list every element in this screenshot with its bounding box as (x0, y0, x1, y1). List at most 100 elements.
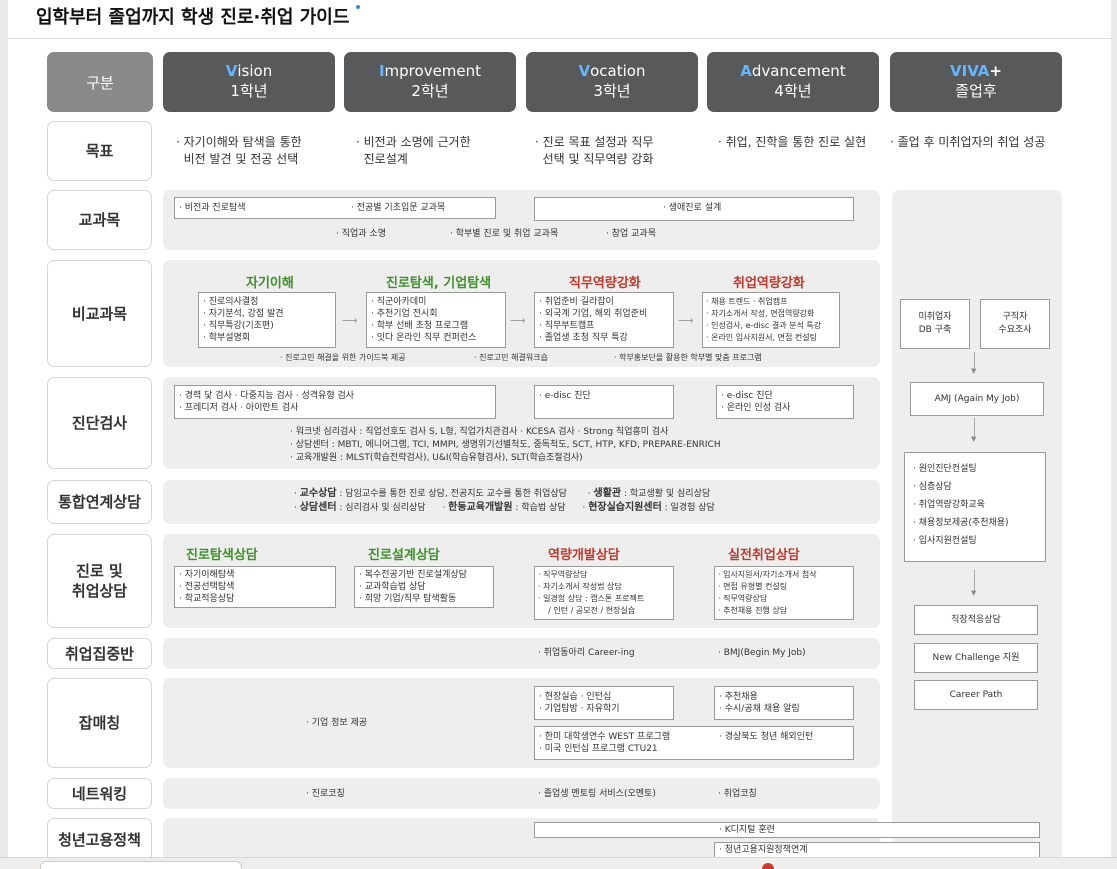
list-item: · 외국계 기업, 해외 취업준비 (539, 309, 648, 319)
list-item: · 취업역량강화교육 (913, 500, 985, 510)
arrow-down-icon: ▼ (971, 589, 977, 597)
row-label-jobmatch: 잡매칭 (47, 678, 152, 768)
left-frame (0, 0, 8, 869)
arrow-down-icon: ▼ (971, 435, 977, 443)
list-item: · 잇다 온라인 직무 컨퍼런스 (371, 333, 477, 343)
intensive-bmj: · BMJ(Begin My Job) (718, 648, 806, 658)
integrated-line-2: · 상담센터 : 심리검사 및 심리상담 · 한동교육개발원 : 학습법 상담 … (294, 502, 715, 513)
extra-box-employ-skill: · 채용 트렌드 · 취업캠프 · 자기소개서 작성, 면접역량강화 · 인성검… (702, 292, 840, 348)
goal-year3: · 진로 목표 설정과 직무 선택 및 직무역량 강화 (535, 135, 654, 166)
list-item: · 입사지원컨설팅 (913, 536, 977, 546)
goal-year1: · 자기이해와 탐색을 통한 비전 발견 및 전공 선택 (176, 135, 302, 166)
arrow-down-icon: ▼ (971, 367, 977, 375)
row-label-counseling: 진로 및 취업상담 (47, 534, 152, 628)
extra-box-job-skill: · 취업준비 길라잡이 · 외국계 기업, 해외 취업준비 · 직무부트캠프 ·… (534, 292, 674, 348)
counsel-box-practical: · 입사지원서/자기소개서 첨삭 · 면접 유형별 컨설팅 · 직무역량상담 ·… (714, 566, 854, 620)
list-item: · 현장실습 · 인턴십 (539, 692, 612, 702)
list-item: · 교과학습법 상담 (359, 582, 426, 592)
header-vision: Vision 1학년 (163, 52, 335, 112)
row-label-integrated: 통합연계상담 (47, 480, 152, 524)
list-item: · 청년고용지원정책연계 (719, 845, 808, 855)
extra-note-workshop: · 진로고민 해결워크숍 (474, 353, 548, 362)
list-item: · 희망 기업/직무 탐색활동 (359, 594, 457, 604)
list-item: · 수시/공채 채용 알림 (719, 704, 800, 714)
list-item: · 미국 인턴십 프로그램 CTU21 (539, 744, 658, 754)
list-item: · 학부설명회 (203, 333, 251, 343)
list-item: · e-disc 진단 (721, 391, 773, 401)
list-item: · 학부 선배 초청 프로그램 (371, 321, 469, 331)
list-item: · 입사지원서/자기소개서 첨삭 (718, 570, 817, 579)
list-item: · 자기이해탐색 (179, 570, 235, 580)
list-item: · 온라인 인성 검사 (721, 403, 791, 413)
diagnostic-edu: · 교육개발원 : MLST(학습전략검사), U&I(학습유형검사), SLT… (290, 453, 583, 463)
jobmatch-box-3: · 한미 대학생연수 WEST 프로그램 · 미국 인턴십 프로그램 CTU21… (534, 726, 854, 760)
list-item: · 채용정보제공(추천채용) (913, 518, 1009, 528)
row-label-curriculum: 교과목 (47, 190, 152, 250)
row-label-goal: 목표 (47, 121, 152, 181)
header-category: 구분 (47, 52, 153, 112)
extra-note-promo: · 학부홍보단을 활용한 학부별 맞춤 프로그램 (614, 353, 762, 362)
list-item: · e-disc 진단 (539, 391, 591, 401)
list-item: · 한미 대학생연수 WEST 프로그램 (539, 732, 671, 742)
networking-panel (163, 778, 880, 809)
diagnostic-center: · 상담센터 : MBTI, 에니어그램, TCI, MMPI, 생명위기선별척… (290, 440, 721, 450)
network-mentoring: · 졸업생 멘토링 서비스(오멘토) (538, 789, 656, 799)
counsel-box-design: · 복수전공기반 진로설계상담 · 교과학습법 상담 · 희망 기업/직무 탐색… (354, 566, 494, 608)
list-item: · 심층상담 (913, 482, 952, 492)
extra-cat-employ-skill: 취업역량강화 (733, 276, 805, 291)
notification-dot-icon (762, 863, 774, 869)
header-improvement: Improvement 2학년 (344, 52, 516, 112)
extra-cat-explore: 진로탐색, 기업탐색 (386, 276, 492, 291)
new-challenge: New Challenge 지원 (914, 643, 1038, 673)
title-dot-icon (356, 5, 361, 9)
extra-cat-self: 자기이해 (246, 276, 294, 291)
arrow-right-icon: ⟶ (342, 314, 358, 327)
curriculum-major: · 학부별 진로 및 취업 교과목 (450, 229, 559, 239)
extra-box-self: · 진로의사결정 · 자기분석, 강점 발견 · 직무특강(기초편) · 학부설… (198, 292, 336, 348)
guide-page: 입학부터 졸업까지 학생 진로·취업 가이드 구분 Vision 1학년 Imp… (0, 0, 1117, 869)
list-item: · 추천채용 (719, 692, 758, 702)
counsel-box-explore: · 자기이해탐색 · 전공선택탐색 · 학교적응상담 (174, 566, 336, 608)
arrow-right-icon: ⟶ (678, 314, 694, 327)
jobmatch-box-2: · 추천채용 · 수시/공채 채용 알림 (714, 686, 854, 720)
counsel-cat-practical: 실전취업상담 (728, 548, 800, 563)
curriculum-life-design: · 생애진로 설계 (663, 203, 722, 213)
unemployed-db: 미취업자 DB 구축 (900, 299, 970, 349)
row-label-extracurricular: 비교과목 (47, 260, 152, 367)
arrow-right-icon: ⟶ (510, 314, 526, 327)
row-label-diagnostic: 진단검사 (47, 377, 152, 469)
row-label-networking: 네트워킹 (47, 778, 152, 809)
list-item: · 자기소개서 작성법 상담 (538, 582, 622, 591)
extra-note-guidebook: · 진로고민 해결을 위한 가이드북 제공 (280, 353, 406, 362)
amj-service-list: · 원인진단컨설팅 · 심층상담 · 취업역량강화교육 · 채용정보제공(추천채… (904, 452, 1046, 562)
jobmatch-company-info: · 기업 정보 제공 (306, 718, 368, 728)
list-item: · 면접 유형별 컨설팅 (718, 582, 788, 591)
row-label-policy: 청년고용정책 (47, 818, 152, 862)
row-label-intensive: 취업집중반 (47, 638, 152, 669)
list-item: · 자기소개서 작성, 면접역량강화 (706, 309, 815, 318)
diagnostic-box-3: · e-disc 진단 · 온라인 인성 검사 (716, 385, 854, 419)
workplace-adaptation: 직장적응상담 (914, 605, 1038, 635)
network-employ-coaching: · 취업코칭 (718, 789, 757, 799)
list-item: · 추천채용 진행 상담 (718, 606, 788, 615)
list-item: · 원인진단컨설팅 (913, 464, 977, 474)
curriculum-calling: · 직업과 소명 (336, 229, 386, 239)
counsel-cat-design: 진로설계상담 (368, 548, 440, 563)
list-item: · K디지털 훈련 (719, 825, 775, 835)
curriculum-box-2: · 생애진로 설계 (534, 197, 854, 221)
right-frame (1111, 0, 1117, 869)
goal-year4: · 취업, 진학을 통한 진로 실현 (718, 135, 867, 149)
diagnostic-box-1: · 경력 닻 검사 · 다중지능 검사 · 성격유형 검사 · 프레디저 검사 … (174, 385, 496, 419)
curriculum-box-1: · 비전과 진로탐색 · 전공별 기초입문 교과목 (174, 197, 496, 219)
list-item: · 직군아카데미 (371, 297, 427, 307)
bottom-tab[interactable] (40, 861, 242, 869)
diagnostic-box-2: · e-disc 진단 (534, 385, 674, 419)
list-item: · 직무특강(기초편) (203, 321, 274, 331)
list-item: · 온라인 입사지원서, 면접 컨설팅 (706, 333, 817, 342)
career-path: Career Path (914, 680, 1038, 710)
list-item: · 진로의사결정 (203, 297, 259, 307)
goal-year2: · 비전과 소명에 근거한 진로설계 (356, 135, 471, 166)
connector-line (974, 352, 975, 368)
list-item: · 추천기업 전시회 (371, 309, 438, 319)
list-item: · 학교적응상담 (179, 594, 235, 604)
